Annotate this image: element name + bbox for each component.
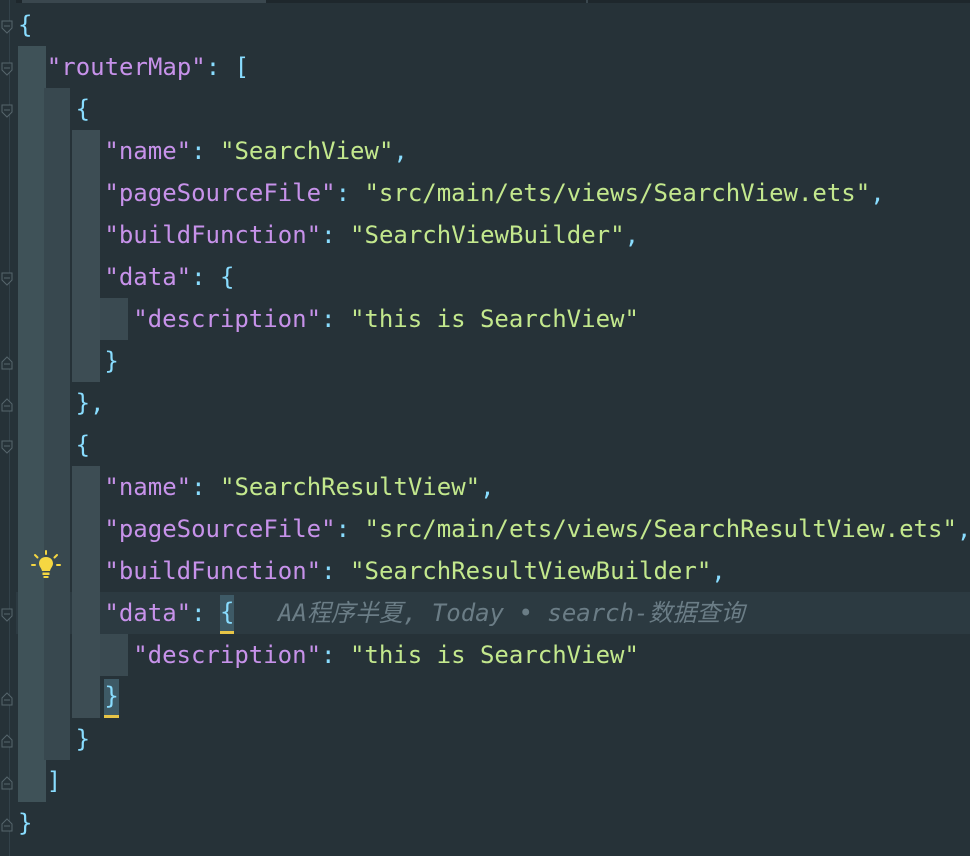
code-token: : xyxy=(321,557,351,585)
code-token: "SearchViewBuilder" xyxy=(350,221,625,249)
code-token: : xyxy=(335,515,365,543)
fold-close-icon[interactable] xyxy=(1,734,13,748)
code-line[interactable]: ] xyxy=(47,760,61,802)
code-token: : xyxy=(321,641,350,669)
editor-gutter xyxy=(0,0,16,856)
fold-open-icon[interactable] xyxy=(1,272,13,286)
code-token: "SearchResultViewBuilder" xyxy=(350,557,712,585)
code-editor[interactable]: {"routerMap": [{"name": "SearchView", "pa… xyxy=(0,0,970,856)
indent-guide-1 xyxy=(18,46,46,802)
fold-open-icon[interactable] xyxy=(1,62,13,76)
fold-close-icon[interactable] xyxy=(1,692,13,706)
fold-open-icon[interactable] xyxy=(1,20,13,34)
code-token: { xyxy=(75,431,91,459)
indent-guide-3b xyxy=(72,466,100,718)
indent-guide-3a xyxy=(72,130,100,382)
code-token: "data" xyxy=(104,263,192,291)
fold-close-icon[interactable] xyxy=(1,818,13,832)
code-token: ] xyxy=(46,767,62,795)
code-token: : xyxy=(335,179,365,207)
code-token: "buildFunction" xyxy=(104,221,322,249)
code-token: : xyxy=(321,221,351,249)
code-line[interactable]: "data": { xyxy=(104,592,235,634)
fold-open-icon[interactable] xyxy=(1,440,13,454)
code-line[interactable]: "description": "this is SearchView" xyxy=(133,298,639,340)
code-token: "description" xyxy=(133,305,322,333)
fold-close-icon[interactable] xyxy=(1,356,13,370)
matched-brace: { xyxy=(220,595,235,634)
code-token: : xyxy=(191,137,220,165)
code-token: } xyxy=(75,725,91,753)
code-token: { xyxy=(75,95,91,123)
code-token: , xyxy=(393,137,408,165)
editor-top-strip xyxy=(0,0,970,3)
code-token: : xyxy=(191,473,220,501)
indent-guide-4b xyxy=(100,634,128,676)
code-token: "pageSourceFile" xyxy=(104,515,336,543)
code-line[interactable]: }, xyxy=(76,382,105,424)
code-token: "name" xyxy=(104,137,192,165)
code-token: "description" xyxy=(133,641,322,669)
code-token: "SearchResultView" xyxy=(220,473,481,501)
code-line[interactable]: "buildFunction": "SearchViewBuilder", xyxy=(104,214,639,256)
code-line[interactable]: "pageSourceFile": "src/main/ets/views/Se… xyxy=(104,172,884,214)
code-token: } xyxy=(18,809,33,837)
matched-brace: } xyxy=(104,679,119,718)
fold-open-icon[interactable] xyxy=(1,608,13,622)
code-line[interactable]: { xyxy=(18,4,32,46)
code-token: : { xyxy=(191,263,235,291)
code-token: , xyxy=(624,221,640,249)
code-line[interactable]: { xyxy=(76,88,90,130)
code-token: : xyxy=(321,305,350,333)
lightbulb-icon[interactable] xyxy=(31,550,61,580)
fold-close-icon[interactable] xyxy=(1,776,13,790)
blame-annotation: AA程序半夏, Today • search-数据查询 xyxy=(278,599,745,627)
code-token: "SearchView" xyxy=(220,137,394,165)
tab-indicator xyxy=(22,0,266,3)
indent-guide-2 xyxy=(44,88,70,760)
code-token: : [ xyxy=(205,53,250,81)
code-token: "this is SearchView" xyxy=(349,641,639,669)
code-token: "name" xyxy=(104,473,192,501)
code-token: "src/main/ets/views/SearchView.ets" xyxy=(364,179,871,207)
code-line[interactable]: "data": { xyxy=(104,256,234,298)
code-line[interactable]: } xyxy=(104,676,119,718)
code-line[interactable]: } xyxy=(76,718,90,760)
code-line[interactable]: "name": "SearchView", xyxy=(104,130,407,172)
code-line[interactable]: "name": "SearchResultView", xyxy=(104,466,494,508)
code-token: "this is SearchView" xyxy=(349,305,639,333)
fold-close-icon[interactable] xyxy=(1,398,13,412)
code-token: "pageSourceFile" xyxy=(104,179,336,207)
code-token: "src/main/ets/views/SearchResultView.ets… xyxy=(364,515,957,543)
code-line[interactable]: { xyxy=(76,424,90,466)
code-token: "buildFunction" xyxy=(104,557,322,585)
tab-separator xyxy=(586,0,588,3)
gutter-divider xyxy=(9,0,10,856)
fold-open-icon[interactable] xyxy=(1,104,13,118)
code-token: }, xyxy=(75,389,105,417)
code-token: "data" xyxy=(104,599,192,627)
code-token: , xyxy=(870,179,885,207)
indent-guide-4a xyxy=(100,298,128,340)
code-token: "routerMap" xyxy=(46,53,206,81)
code-token: , xyxy=(956,515,970,543)
code-line[interactable]: } xyxy=(18,802,32,844)
code-token: { xyxy=(18,11,33,39)
code-token: , xyxy=(711,557,726,585)
code-token: , xyxy=(480,473,495,501)
code-token: : xyxy=(191,599,220,627)
code-line[interactable]: "description": "this is SearchView" xyxy=(133,634,639,676)
code-line[interactable]: } xyxy=(104,340,118,382)
code-line[interactable]: "routerMap": [ xyxy=(47,46,249,88)
code-line[interactable]: "buildFunction": "SearchResultViewBuilde… xyxy=(104,550,725,592)
code-line[interactable]: "pageSourceFile": "src/main/ets/views/Se… xyxy=(104,508,970,550)
code-token: } xyxy=(104,347,119,375)
